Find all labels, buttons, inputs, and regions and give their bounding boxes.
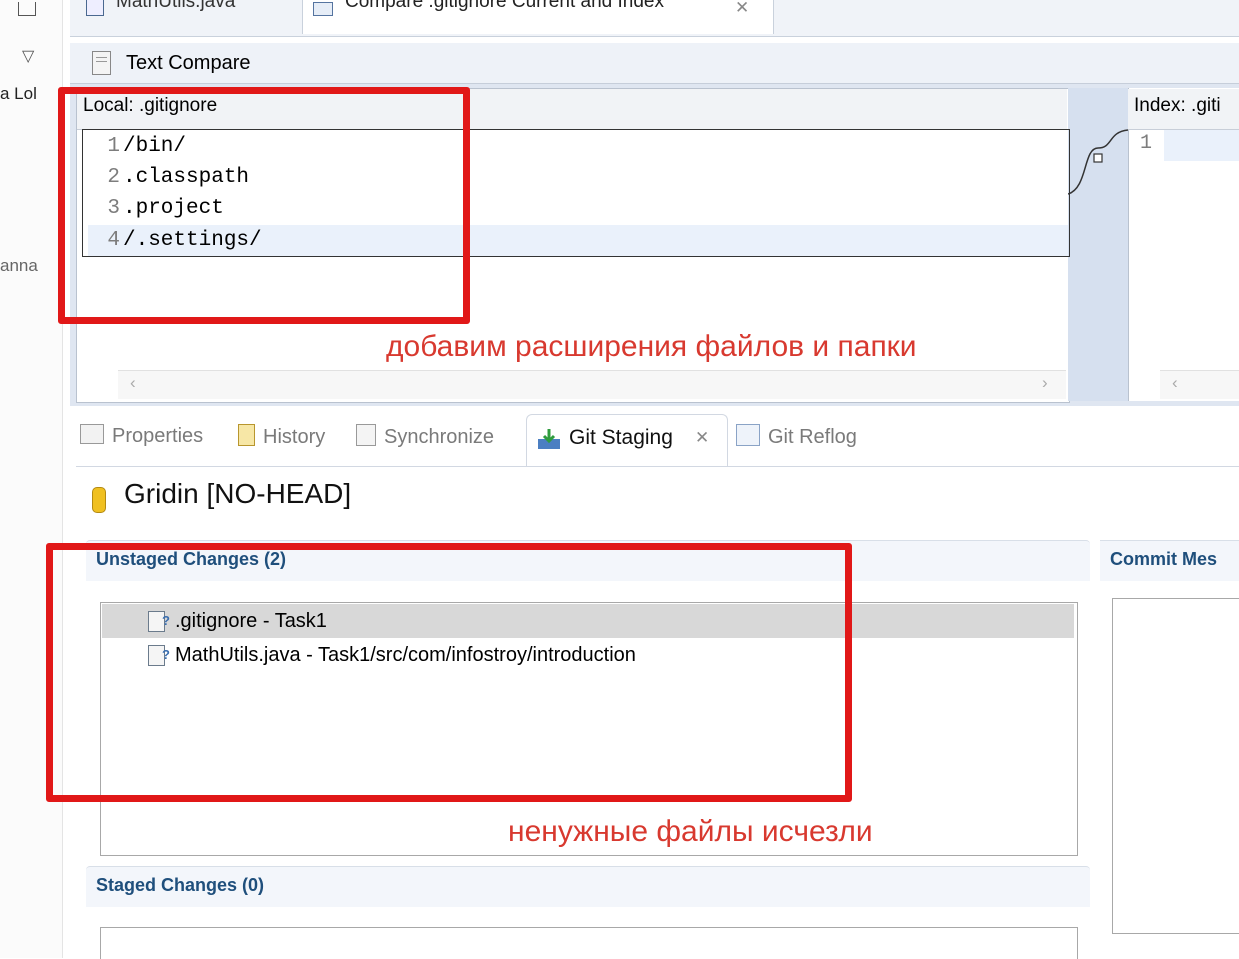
right-line-number: 1: [1140, 132, 1153, 155]
left-strip-fragment: аnna: [0, 256, 38, 275]
close-icon[interactable]: ✕: [735, 0, 749, 18]
tab-label: Compare .gitignore Current and Index: [345, 0, 664, 12]
tab-mathutils[interactable]: MathUtils.java: [80, 0, 300, 34]
tab-label: Properties: [112, 425, 204, 447]
left-side-panel: ▽ a Lol аnna: [0, 0, 63, 958]
scroll-left-icon[interactable]: ‹: [130, 373, 136, 393]
tab-synchronize[interactable]: Synchronize: [356, 424, 494, 449]
scroll-left-icon[interactable]: ‹: [1172, 373, 1178, 393]
synchronize-icon: [356, 424, 376, 446]
diff-connector: [1068, 129, 1128, 195]
staged-section-title: Staged Changes (0): [96, 875, 265, 895]
view-menu-icon[interactable]: ▽: [22, 46, 34, 66]
tab-git-staging[interactable]: Git Staging ✕: [526, 414, 728, 467]
tab-history[interactable]: History: [238, 424, 325, 449]
right-highlight-line: [1164, 130, 1239, 161]
compare-header: Text Compare: [70, 43, 1239, 84]
repository-title: Gridin [NO-HEAD]: [124, 478, 352, 509]
commit-message-input[interactable]: [1112, 598, 1239, 934]
right-horizontal-scrollbar[interactable]: ‹: [1160, 370, 1239, 399]
java-file-icon: [86, 0, 104, 16]
scroll-right-icon[interactable]: ›: [1042, 373, 1048, 393]
tab-label: Git Staging: [569, 426, 673, 449]
commit-section-title: Commit Mes: [1110, 549, 1218, 569]
git-reflog-icon: [736, 424, 760, 446]
tab-git-reflog[interactable]: Git Reflog: [736, 424, 857, 449]
tab-properties[interactable]: Properties: [80, 424, 203, 448]
tab-compare-gitignore[interactable]: Compare .gitignore Current and Index ✕: [302, 0, 774, 34]
tab-label: Synchronize: [384, 426, 495, 448]
document-icon: [92, 51, 111, 75]
tab-label: MathUtils.java: [116, 0, 236, 12]
annotation-staging: ненужные файлы исчезли: [508, 815, 873, 848]
repository-icon: [92, 487, 106, 513]
compare-title: Text Compare: [126, 52, 251, 74]
right-pane-title: Index: .giti: [1134, 95, 1221, 116]
properties-icon: [80, 424, 104, 444]
tab-label: History: [263, 426, 326, 448]
staged-list[interactable]: [100, 927, 1078, 959]
editor-tab-bar: MathUtils.java Compare .gitignore Curren…: [70, 0, 1239, 37]
left-horizontal-scrollbar[interactable]: ‹ ›: [118, 370, 1066, 399]
annotation-box-compare: [58, 87, 470, 324]
compare-icon: [313, 2, 333, 16]
left-strip-fragment: a Lol: [0, 84, 37, 103]
annotation-compare: добавим расширения файлов и папки: [386, 330, 917, 363]
minimize-icon[interactable]: [18, 2, 36, 16]
annotation-box-staging: [46, 543, 852, 802]
git-staging-icon: [537, 427, 561, 449]
tab-label: Git Reflog: [768, 426, 857, 448]
close-icon[interactable]: ✕: [695, 428, 709, 448]
history-icon: [238, 424, 255, 446]
